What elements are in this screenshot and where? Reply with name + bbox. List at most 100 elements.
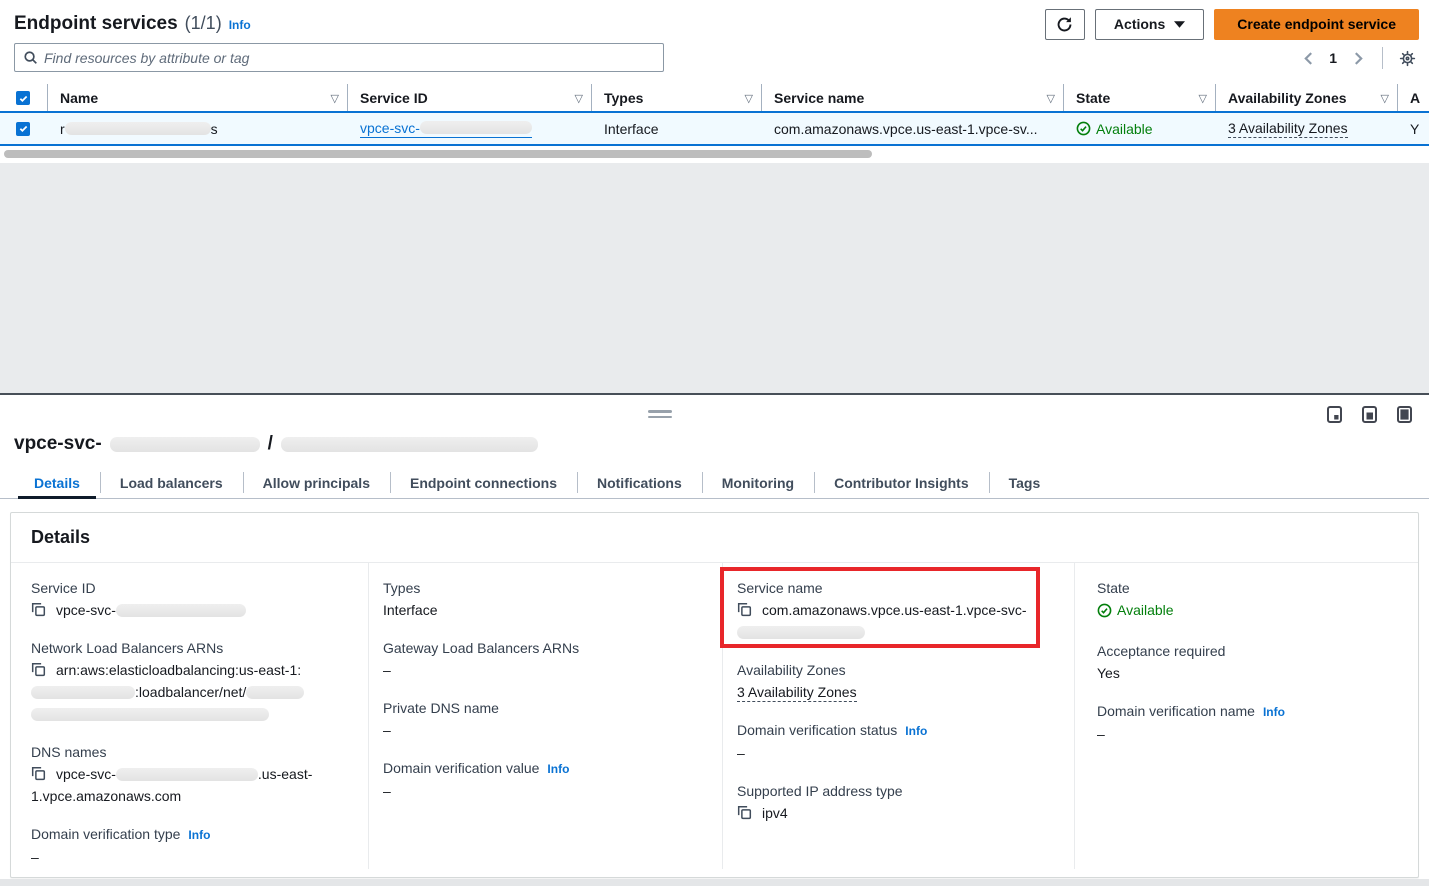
- column-divider: [1074, 563, 1075, 869]
- field-value: Available: [1117, 599, 1174, 621]
- filter-icon[interactable]: ▽: [745, 92, 753, 105]
- panel-maximize-icon[interactable]: [1396, 405, 1413, 424]
- field-supported-ip-type: Supported IP address type ipv4: [737, 780, 1049, 824]
- search-input[interactable]: [44, 50, 655, 66]
- create-endpoint-service-button[interactable]: Create endpoint service: [1214, 9, 1419, 40]
- field-label: Availability Zones: [737, 662, 846, 678]
- column-header-state[interactable]: State ▽: [1064, 84, 1216, 112]
- row-checkbox[interactable]: [16, 122, 30, 136]
- preferences-gear-button[interactable]: [1395, 46, 1419, 70]
- field-availability-zones: Availability Zones 3 Availability Zones: [737, 659, 1049, 703]
- field-value: –: [1097, 726, 1105, 742]
- panel-position-side-icon[interactable]: [1361, 405, 1378, 424]
- filter-icon[interactable]: ▽: [1047, 92, 1055, 105]
- refresh-button[interactable]: [1045, 9, 1085, 40]
- copy-icon[interactable]: [31, 602, 47, 617]
- field-label: Domain verification type: [31, 826, 180, 842]
- details-card-body: Service ID vpce-svc- Network Load Balanc…: [11, 563, 1418, 877]
- field-label: Network Load Balancers ARNs: [31, 640, 223, 656]
- field-label: Domain verification name: [1097, 703, 1255, 719]
- tab-tags[interactable]: Tags: [989, 467, 1061, 498]
- field-gwlb-arns: Gateway Load Balancers ARNs –: [383, 637, 698, 681]
- availability-zones-link[interactable]: 3 Availability Zones: [1228, 120, 1348, 138]
- field-value: –: [383, 662, 391, 678]
- table-row[interactable]: rs vpce-svc- Interface com.amazonaws.vpc…: [0, 111, 1429, 146]
- tab-load-balancers[interactable]: Load balancers: [100, 467, 243, 498]
- copy-icon[interactable]: [737, 602, 753, 617]
- column-header-types[interactable]: Types ▽: [592, 84, 762, 112]
- tab-details[interactable]: Details: [14, 467, 100, 498]
- field-nlb-arns: Network Load Balancers ARNs arn:aws:elas…: [31, 637, 343, 725]
- page-header: Endpoint services (1/1) Info Actions Cre…: [14, 8, 1419, 40]
- info-link[interactable]: Info: [905, 724, 927, 738]
- info-link[interactable]: Info: [547, 762, 569, 776]
- row-select-cell: [0, 113, 48, 144]
- field-value: vpce-svc-: [56, 766, 116, 782]
- bottom-strip: [0, 879, 1429, 886]
- copy-icon[interactable]: [31, 662, 47, 677]
- actions-button[interactable]: Actions: [1095, 9, 1204, 40]
- panel-resize-handle[interactable]: [648, 410, 672, 420]
- filter-icon[interactable]: ▽: [331, 92, 339, 105]
- tab-notifications[interactable]: Notifications: [577, 467, 702, 498]
- info-link[interactable]: Info: [188, 828, 210, 842]
- filter-icon[interactable]: ▽: [575, 92, 583, 105]
- field-types: Types Interface: [383, 577, 698, 621]
- column-header-name[interactable]: Name ▽: [48, 84, 348, 112]
- select-all-cell: [0, 84, 48, 112]
- copy-icon[interactable]: [737, 805, 753, 820]
- panel-layout-buttons: [1326, 405, 1413, 424]
- previous-page-button[interactable]: [1296, 46, 1320, 70]
- service-id-link[interactable]: vpce-svc-: [360, 120, 532, 138]
- details-column-2: Types Interface Gateway Load Balancers A…: [383, 577, 698, 818]
- tab-contributor-insights[interactable]: Contributor Insights: [814, 467, 989, 498]
- field-label: DNS names: [31, 744, 106, 760]
- refresh-icon: [1056, 16, 1073, 33]
- field-value: –: [383, 722, 391, 738]
- info-link[interactable]: Info: [1263, 705, 1285, 719]
- redacted-text: [65, 122, 211, 135]
- field-domain-verification-status: Domain verification statusInfo –: [737, 719, 1049, 764]
- tab-bar: Details Load balancers Allow principals …: [0, 467, 1429, 499]
- header-info-link[interactable]: Info: [229, 18, 251, 32]
- panel-position-bottom-icon[interactable]: [1326, 405, 1343, 424]
- column-header-availability-zones[interactable]: Availability Zones ▽: [1216, 84, 1398, 112]
- filter-icon[interactable]: ▽: [1199, 92, 1207, 105]
- cell-acceptance: Y: [1398, 113, 1429, 144]
- resource-count: (1/1): [185, 13, 222, 34]
- current-page-number[interactable]: 1: [1326, 50, 1340, 66]
- background-area: [0, 163, 1429, 393]
- tab-monitoring[interactable]: Monitoring: [702, 467, 814, 498]
- tab-allow-principals[interactable]: Allow principals: [243, 467, 390, 498]
- availability-zones-link[interactable]: 3 Availability Zones: [737, 684, 857, 702]
- check-circle-icon: [1076, 121, 1091, 136]
- filter-icon[interactable]: ▽: [1381, 92, 1389, 105]
- column-header-acceptance[interactable]: A: [1398, 84, 1429, 112]
- status-badge: Available: [1097, 599, 1174, 621]
- field-value: com.amazonaws.vpce.us-east-1.vpce-svc-: [762, 602, 1027, 618]
- field-value: –: [383, 783, 391, 799]
- search-box: [14, 43, 664, 72]
- search-icon: [23, 50, 38, 65]
- field-value: Interface: [383, 602, 437, 618]
- column-header-service-id[interactable]: Service ID ▽: [348, 84, 592, 112]
- actions-label: Actions: [1114, 16, 1165, 32]
- panel-title: vpce-svc- /: [14, 433, 538, 455]
- column-divider: [368, 563, 369, 869]
- next-page-button[interactable]: [1346, 46, 1370, 70]
- caret-down-icon: [1174, 21, 1185, 28]
- cell-availability-zones: 3 Availability Zones: [1216, 113, 1398, 144]
- split-panel: vpce-svc- / Details Load balancers Allow…: [0, 393, 1429, 886]
- select-all-checkbox[interactable]: [16, 91, 30, 105]
- scrollbar-thumb[interactable]: [4, 150, 872, 158]
- status-badge: Available: [1076, 121, 1153, 137]
- field-label: Gateway Load Balancers ARNs: [383, 640, 579, 656]
- tab-endpoint-connections[interactable]: Endpoint connections: [390, 467, 577, 498]
- details-card: Details Service ID vpce-svc- Network Loa…: [10, 512, 1419, 878]
- field-state: State Available: [1097, 577, 1417, 624]
- column-header-service-name[interactable]: Service name ▽: [762, 84, 1064, 112]
- field-service-name: Service name com.amazonaws.vpce.us-east-…: [737, 577, 1049, 643]
- redacted-text: [116, 604, 246, 617]
- details-column-3: Service name com.amazonaws.vpce.us-east-…: [737, 577, 1049, 840]
- copy-icon[interactable]: [31, 766, 47, 781]
